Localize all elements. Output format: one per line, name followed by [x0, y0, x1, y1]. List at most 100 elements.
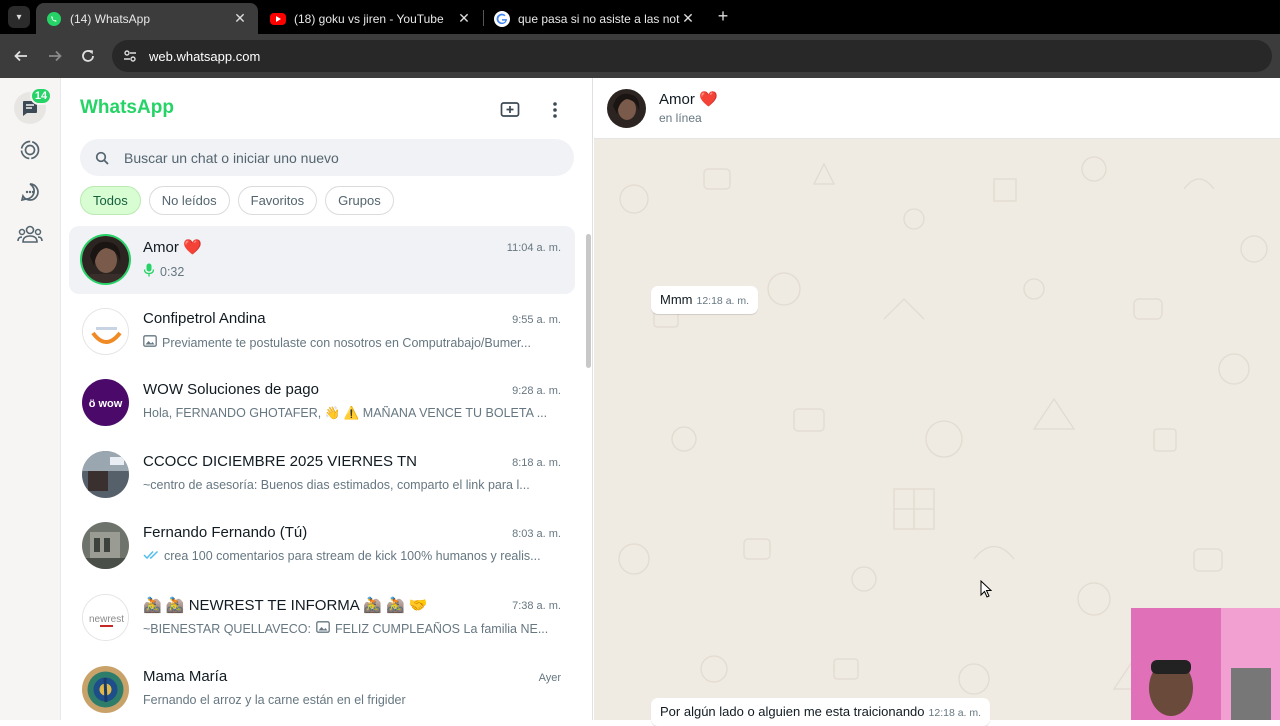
chat-time: 8:18 a. m. — [512, 457, 561, 469]
avatar — [82, 666, 129, 713]
google-favicon-icon — [494, 10, 510, 27]
filter-no-leidos[interactable]: No leídos — [148, 186, 230, 215]
message-bubble[interactable]: Por algún lado o alguien me esta traicio… — [651, 698, 991, 726]
chat-preview: Previamente te postulaste con nosotros e… — [143, 335, 559, 350]
app-title: WhatsApp — [80, 97, 174, 118]
forward-icon[interactable] — [44, 45, 66, 67]
chat-row-fernando-self[interactable]: Fernando Fernando (Tú) 8:03 a. m. crea 1… — [69, 512, 575, 580]
chat-name: Fernando Fernando (Tú) — [143, 524, 308, 541]
chat-time: 7:38 a. m. — [512, 600, 561, 612]
chat-preview-sender: ~BIENESTAR QUELLAVECO: — [143, 621, 311, 636]
chat-preview: Hola, FERNANDO GHOTAFER, 👋 ⚠️ MAÑANA VEN… — [143, 406, 559, 421]
chat-row-wow[interactable]: ö wow WOW Soluciones de pago 9:28 a. m. … — [69, 369, 575, 437]
chat-preview: ~centro de asesoría: Buenos dias estimad… — [143, 478, 559, 492]
chat-preview-text: crea 100 comentarios para stream de kick… — [164, 549, 541, 563]
tab-whatsapp[interactable]: (14) WhatsApp ✕ — [36, 3, 258, 34]
avatar: ö wow — [82, 379, 129, 426]
whatsapp-favicon-icon — [46, 11, 62, 27]
tab-title: (14) WhatsApp — [70, 11, 151, 26]
filter-todos[interactable]: Todos — [80, 186, 141, 215]
chat-preview: Fernando el arroz y la carne están en el… — [143, 693, 559, 707]
communities-icon[interactable] — [14, 218, 46, 250]
tab-title: (18) goku vs jiren - YouTube — [294, 11, 444, 26]
chat-name: WOW Soluciones de pago — [143, 381, 319, 398]
avatar — [82, 308, 129, 355]
chat-time: 9:28 a. m. — [512, 385, 561, 397]
chat-preview: 0:32 — [143, 263, 559, 280]
status-icon[interactable] — [14, 134, 46, 166]
tab-youtube[interactable]: (18) goku vs jiren - YouTube ✕ — [260, 3, 482, 34]
chat-name: Mama María — [143, 668, 228, 685]
filter-grupos[interactable]: Grupos — [325, 186, 394, 215]
chat-time: Ayer — [538, 672, 561, 684]
browser-tab-bar: ▾ (14) WhatsApp ✕ (18) goku vs jiren - Y… — [0, 0, 1280, 34]
message-bubble[interactable]: Mmm 12:18 a. m. — [651, 286, 759, 314]
new-chat-icon[interactable] — [498, 98, 522, 122]
message-text: Por algún lado o alguien me esta traicio… — [660, 704, 925, 719]
chat-preview: crea 100 comentarios para stream de kick… — [143, 549, 559, 563]
youtube-favicon-icon — [270, 12, 286, 25]
avatar — [82, 236, 129, 283]
chat-list: Amor ❤️ 11:04 a. m. 0:32 Confipetrol And… — [69, 226, 575, 720]
tab-title: que pasa si no asiste a las notifi — [518, 11, 680, 26]
unread-badge: 14 — [30, 87, 52, 105]
chat-row-ccocc[interactable]: CCOCC DICIEMBRE 2025 VIERNES TN 8:18 a. … — [69, 441, 575, 509]
avatar — [82, 522, 129, 569]
chat-time: 8:03 a. m. — [512, 528, 561, 540]
tab-google-search[interactable]: que pasa si no asiste a las notifi ✕ — [484, 3, 706, 34]
close-tab-icon[interactable]: ✕ — [680, 10, 696, 27]
back-icon[interactable] — [10, 45, 32, 67]
browser-toolbar: web.whatsapp.com — [0, 34, 1280, 78]
search-input[interactable]: Buscar un chat o iniciar uno nuevo — [80, 139, 574, 176]
chat-time: 9:55 a. m. — [512, 314, 561, 326]
filter-chips: Todos No leídos Favoritos Grupos — [80, 186, 394, 215]
nav-rail: 14 — [0, 78, 61, 720]
address-bar[interactable]: web.whatsapp.com — [112, 40, 1272, 72]
chat-preview-text: Fernando el arroz y la carne están en el… — [143, 693, 406, 707]
chat-list-panel: WhatsApp Buscar un chat o iniciar uno nu… — [61, 78, 593, 720]
close-tab-icon[interactable]: ✕ — [456, 10, 472, 27]
avatar: newrest — [82, 594, 129, 641]
chat-row-amor[interactable]: Amor ❤️ 11:04 a. m. 0:32 — [69, 226, 575, 294]
whatsapp-app: 14 WhatsApp Buscar un chat o iniciar uno… — [0, 78, 1280, 726]
message-time: 12:18 a. m. — [696, 295, 750, 307]
image-icon — [143, 335, 157, 350]
avatar — [82, 451, 129, 498]
chat-preview-text: Previamente te postulaste con nosotros e… — [162, 335, 531, 350]
chat-time: 11:04 a. m. — [506, 242, 561, 254]
image-icon — [316, 621, 330, 636]
contact-avatar[interactable] — [607, 89, 646, 128]
chat-list-scrollbar[interactable] — [586, 234, 591, 368]
chat-row-mama-maria[interactable]: Mama María Ayer Fernando el arroz y la c… — [69, 656, 575, 724]
mouse-cursor-icon — [980, 579, 993, 603]
chat-row-newrest[interactable]: newrest 🚵 🚵 NEWREST TE INFORMA 🚵 🚵 🤝 7:3… — [69, 584, 575, 652]
new-tab-icon[interactable]: + — [713, 6, 733, 26]
url-text: web.whatsapp.com — [149, 48, 261, 64]
chat-preview-text: FELIZ CUMPLEAÑOS La familia NE... — [335, 621, 549, 636]
chat-name: Amor ❤️ — [143, 239, 202, 256]
site-settings-icon[interactable] — [119, 45, 141, 67]
channels-icon[interactable] — [14, 176, 46, 208]
mic-icon — [143, 263, 155, 280]
webcam-overlay — [1131, 608, 1280, 720]
reload-icon[interactable] — [77, 45, 99, 67]
chat-name: CCOCC DICIEMBRE 2025 VIERNES TN — [143, 453, 417, 470]
filter-favoritos[interactable]: Favoritos — [237, 186, 318, 215]
chat-preview: ~BIENESTAR QUELLAVECO: FELIZ CUMPLEAÑOS … — [143, 621, 559, 636]
tab-search-dropdown-icon[interactable]: ▾ — [8, 6, 30, 28]
search-placeholder: Buscar un chat o iniciar uno nuevo — [124, 149, 339, 166]
message-time: 12:18 a. m. — [928, 707, 982, 719]
contact-status: en línea — [659, 111, 702, 125]
svg-text:ö wow: ö wow — [89, 398, 123, 410]
chat-row-confipetrol[interactable]: Confipetrol Andina 9:55 a. m. Previament… — [69, 298, 575, 366]
contact-name: Amor ❤️ — [659, 91, 718, 108]
svg-text:newrest: newrest — [89, 614, 124, 625]
chat-preview-text: ~centro de asesoría: Buenos dias estimad… — [143, 478, 530, 492]
chat-name: 🚵 🚵 NEWREST TE INFORMA 🚵 🚵 🤝 — [143, 597, 428, 614]
chat-name: Confipetrol Andina — [143, 310, 266, 327]
menu-icon[interactable] — [543, 98, 567, 122]
close-tab-icon[interactable]: ✕ — [232, 10, 248, 27]
double-check-icon — [143, 549, 159, 563]
message-text: Mmm — [660, 292, 693, 307]
conversation-header[interactable]: Amor ❤️ en línea — [594, 78, 1280, 139]
